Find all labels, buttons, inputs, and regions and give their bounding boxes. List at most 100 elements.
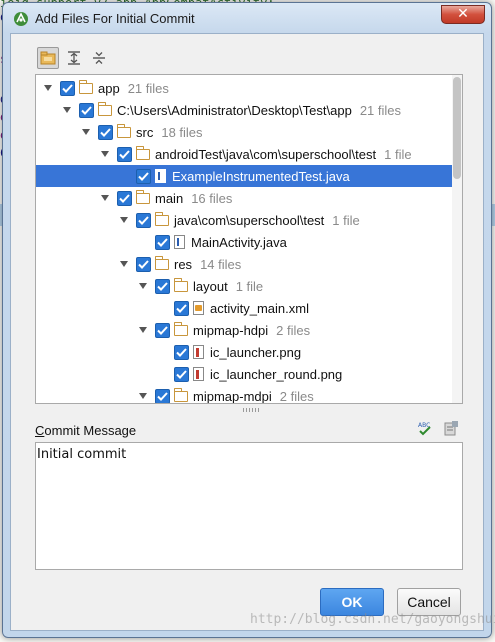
- expand-arrow-icon[interactable]: [101, 151, 109, 157]
- commit-message-label: Commit Message: [35, 423, 136, 438]
- tree-row-label: MainActivity.java: [191, 234, 287, 250]
- xml-file-icon: [193, 301, 204, 315]
- module-grouping-icon: [40, 51, 56, 65]
- tree-row-label: mipmap-hdpi: [193, 322, 269, 338]
- include-checkbox[interactable]: [79, 102, 94, 118]
- tree-row-label: java\com\superschool\test: [174, 212, 325, 228]
- tree-row[interactable]: ic_launcher.png: [36, 341, 462, 363]
- java-file-icon: [155, 169, 166, 183]
- tree-scrollbar[interactable]: [452, 75, 462, 403]
- tree-row[interactable]: res 14 files: [36, 253, 462, 275]
- tree-row-label: res: [174, 256, 193, 272]
- tree-row-label: main: [155, 190, 184, 206]
- include-checkbox[interactable]: [117, 190, 132, 206]
- spellcheck-icon[interactable]: ABC: [417, 420, 433, 436]
- tree-row-label: ExampleInstrumentedTest.java: [172, 168, 350, 184]
- include-checkbox[interactable]: [155, 234, 170, 250]
- commit-message-input[interactable]: Initial commit: [35, 442, 463, 570]
- tree-row[interactable]: ExampleInstrumentedTest.java: [36, 165, 462, 187]
- android-studio-icon: [14, 12, 28, 26]
- file-count: 18 files: [161, 124, 203, 140]
- changes-tree[interactable]: app 21 files C:\Users\Administrator\Deskto…: [35, 74, 463, 404]
- include-checkbox[interactable]: [136, 168, 151, 184]
- collapse-all-icon: [93, 52, 105, 64]
- splitter-handle[interactable]: [243, 408, 259, 412]
- include-checkbox[interactable]: [117, 146, 132, 162]
- tree-row[interactable]: MainActivity.java: [36, 231, 462, 253]
- folder-icon: [154, 255, 169, 270]
- title-bar[interactable]: Add Files For Initial Commit ✕: [3, 3, 491, 33]
- folder-icon: [116, 123, 131, 138]
- folder-icon: [173, 387, 188, 402]
- watermark: http://blog.csdn.net/gaoyongshui: [250, 612, 495, 627]
- expand-arrow-icon[interactable]: [44, 85, 52, 91]
- tree-row[interactable]: src 18 files: [36, 121, 462, 143]
- folder-icon: [135, 145, 150, 160]
- expand-all-icon: [68, 51, 80, 65]
- expand-arrow-icon[interactable]: [139, 283, 147, 289]
- png-file-icon: [193, 345, 204, 359]
- tree-row-label: src: [136, 124, 154, 140]
- tree-row-label: C:\Users\Administrator\Desktop\Test\app: [117, 102, 352, 118]
- tree-scrollbar-thumb[interactable]: [453, 77, 461, 179]
- expand-arrow-icon[interactable]: [139, 327, 147, 333]
- close-button[interactable]: ✕: [441, 5, 485, 24]
- folder-icon: [135, 189, 150, 204]
- tree-row-label: ic_launcher.png: [210, 344, 302, 360]
- commit-message-mnemonic: C: [35, 423, 45, 438]
- folder-icon: [154, 211, 169, 226]
- expand-arrow-icon[interactable]: [101, 195, 109, 201]
- tree-row[interactable]: androidTest\java\com\superschool\test 1 f…: [36, 143, 462, 165]
- include-checkbox[interactable]: [136, 256, 151, 272]
- include-checkbox[interactable]: [155, 322, 170, 338]
- include-checkbox[interactable]: [155, 388, 170, 403]
- tree-row[interactable]: java\com\superschool\test 1 file: [36, 209, 462, 231]
- expand-arrow-icon[interactable]: [120, 261, 128, 267]
- tree-row-label: androidTest\java\com\superschool\test: [155, 146, 377, 162]
- tree-row-label: ic_launcher_round.png: [210, 366, 343, 382]
- tree-row[interactable]: mipmap-mdpi 2 files: [36, 385, 462, 404]
- file-count: 2 files: [279, 388, 314, 404]
- file-count: 16 files: [191, 190, 233, 206]
- add-files-dialog: Add Files For Initial Commit ✕ app 21 fi…: [2, 2, 492, 638]
- tree-row-label: activity_main.xml: [210, 300, 309, 316]
- include-checkbox[interactable]: [136, 212, 151, 228]
- file-count: 21 files: [359, 102, 402, 118]
- java-file-icon: [174, 235, 185, 249]
- commit-message-text[interactable]: Initial commit: [37, 447, 126, 462]
- collapse-all-button[interactable]: [88, 47, 110, 69]
- png-file-icon: [193, 367, 204, 381]
- tree-row[interactable]: app 21 files: [36, 77, 462, 99]
- file-count: 1 file: [235, 278, 264, 294]
- file-count: 1 file: [384, 146, 412, 162]
- group-by-module-button[interactable]: [37, 47, 59, 69]
- expand-arrow-icon[interactable]: [82, 129, 90, 135]
- tree-row[interactable]: main 16 files: [36, 187, 462, 209]
- tree-row-label: mipmap-mdpi: [193, 388, 272, 404]
- commit-message-label-text: ommit Message: [44, 423, 137, 438]
- expand-arrow-icon[interactable]: [139, 393, 147, 399]
- file-count: 21 files: [127, 80, 169, 96]
- tree-row[interactable]: mipmap-hdpi 2 files: [36, 319, 462, 341]
- dialog-content: app 21 files C:\Users\Administrator\Deskto…: [10, 33, 484, 631]
- include-checkbox[interactable]: [98, 124, 113, 140]
- module-folder-icon: [78, 79, 93, 94]
- include-checkbox[interactable]: [174, 366, 189, 382]
- include-checkbox[interactable]: [174, 344, 189, 360]
- include-checkbox[interactable]: [155, 278, 170, 294]
- tree-row[interactable]: ic_launcher_round.png: [36, 363, 462, 385]
- include-checkbox[interactable]: [60, 80, 75, 96]
- folder-icon: [97, 101, 112, 116]
- expand-all-button[interactable]: [63, 47, 85, 69]
- tree-row[interactable]: C:\Users\Administrator\Desktop\Test\app 2…: [36, 99, 462, 121]
- folder-icon: [173, 277, 188, 292]
- file-count: 2 files: [276, 322, 311, 338]
- expand-arrow-icon[interactable]: [120, 217, 128, 223]
- expand-arrow-icon[interactable]: [63, 107, 71, 113]
- folder-icon: [173, 321, 188, 336]
- commit-message-history-icon[interactable]: [443, 420, 459, 436]
- include-checkbox[interactable]: [174, 300, 189, 316]
- tree-row[interactable]: layout 1 file: [36, 275, 462, 297]
- file-count: 1 file: [332, 212, 360, 228]
- tree-row[interactable]: activity_main.xml: [36, 297, 462, 319]
